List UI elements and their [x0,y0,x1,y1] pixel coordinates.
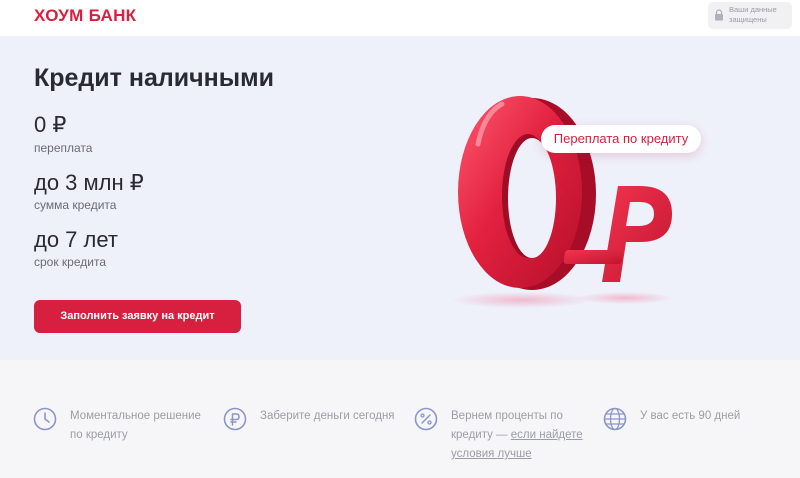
percent-icon [414,407,438,431]
stat-overpayment-value: 0 ₽ [34,112,67,137]
site-header: ХОУМ БАНК Ваши данные защищены [0,0,800,36]
bank-logo[interactable]: ХОУМ БАНК [34,6,136,26]
stat-overpayment-label: переплата [34,141,93,155]
stat-amount-value: до 3 млн ₽ [34,170,144,195]
globe-icon [603,407,627,431]
stat-term-value: до 7 лет [34,227,118,252]
stat-term-label: срок кредита [34,255,107,269]
ruble-coin-icon [223,407,247,431]
feature-instant-decision: Моментальное решение по кредиту [70,410,201,441]
apply-credit-button[interactable]: Заполнить заявку на кредит [34,300,241,333]
features-strip: Моментальное решение по кредиту Заберите… [0,360,800,478]
lock-icon [715,9,723,21]
clock-icon [33,407,57,431]
secure-badge-text: Ваши данные защищены [729,5,777,24]
feature-refund-interest: Вернем проценты по кредиту — если найдет… [451,407,591,464]
feature-get-money-today: Заберите деньги сегодня [260,410,395,422]
promo-overpayment-pill: Переплата по кредиту [541,125,701,153]
secure-data-badge: Ваши данные защищены [708,2,792,29]
feature-90-days: У вас есть 90 дней [640,410,741,422]
stat-amount-label: сумма кредита [34,198,117,212]
zero-ruble-illustration [452,96,673,308]
page-title: Кредит наличными [34,64,274,92]
